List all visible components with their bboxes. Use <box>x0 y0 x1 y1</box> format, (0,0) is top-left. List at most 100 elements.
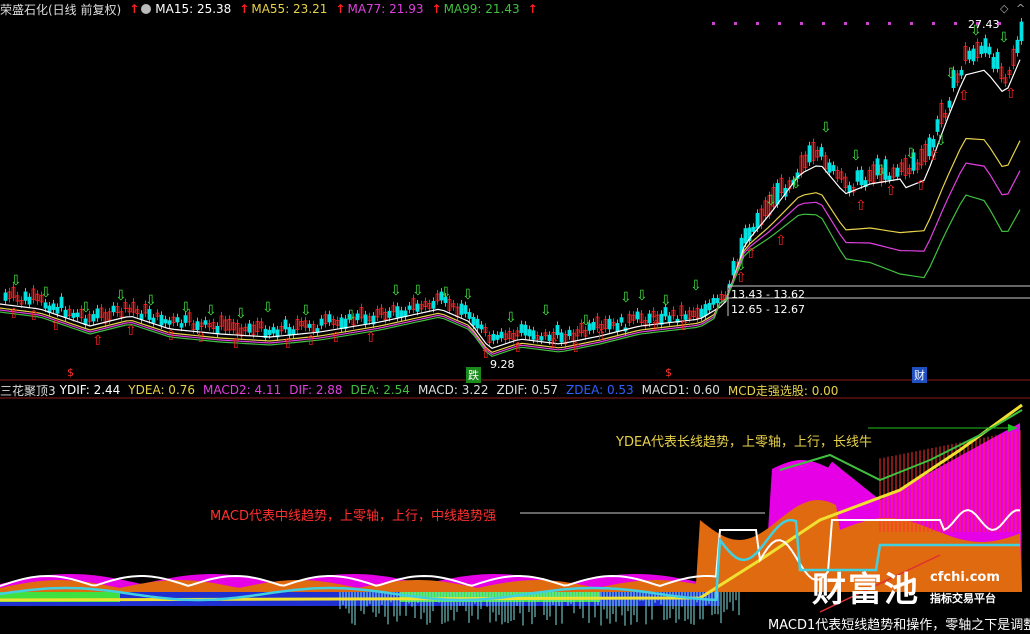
ma99-value: MA99: 21.43 <box>443 2 520 16</box>
sell-arrow-icon: ⇩ <box>998 30 1010 46</box>
watermark-slogan: 指标交易平台 <box>930 592 996 605</box>
buy-arrow-icon: ⇧ <box>230 336 242 352</box>
sell-arrow-icon: ⇩ <box>935 133 947 149</box>
candle-body <box>287 327 292 336</box>
candle-body <box>59 296 64 308</box>
candle-body <box>407 305 412 310</box>
buy-arrow-icon: ⇧ <box>125 323 137 339</box>
sell-arrow-icon: ⇩ <box>505 310 517 326</box>
candle-body <box>91 314 96 322</box>
buy-arrow-icon: ⇧ <box>928 148 940 164</box>
expand-caret-icon[interactable]: ^ <box>1016 2 1025 15</box>
candle-body <box>707 302 712 311</box>
candle-body <box>855 170 860 182</box>
candle-body <box>555 324 560 336</box>
candle-body <box>667 315 672 323</box>
candle-body <box>995 52 1000 69</box>
candle-body <box>467 312 472 319</box>
candle-body <box>991 56 996 69</box>
candle-body <box>179 323 184 328</box>
candle-body <box>363 314 368 324</box>
buy-arrow-icon: ⇧ <box>92 333 104 349</box>
candle-body <box>459 303 464 315</box>
sell-arrow-icon: ⇩ <box>145 293 157 309</box>
watermark-brand: 财富池 <box>812 570 920 610</box>
sell-arrow-icon: ⇩ <box>180 300 192 316</box>
candle-body <box>935 119 940 132</box>
candle-body <box>431 301 436 309</box>
dea-value: DEA: 2.54 <box>350 383 410 397</box>
buy-arrow-icon: ⇧ <box>570 340 582 356</box>
signal-dot <box>822 22 825 25</box>
sell-arrow-icon: ⇩ <box>540 303 552 319</box>
sell-arrow-icon: ⇩ <box>40 285 52 301</box>
candle-body <box>75 312 80 318</box>
buy-arrow-icon: ⇧ <box>915 178 927 194</box>
sell-arrow-icon: ⇩ <box>300 303 312 319</box>
candle-body <box>319 318 324 326</box>
buy-arrow-icon: ⇧ <box>678 318 690 334</box>
macd-value: MACD: 3.22 <box>417 383 489 397</box>
candle-body <box>615 323 620 333</box>
candle-body <box>959 69 964 76</box>
candle-body <box>51 303 56 310</box>
signal-dot <box>734 22 737 25</box>
indicator-name[interactable]: 三花聚顶3 <box>0 382 56 399</box>
sell-arrow-icon: ⇩ <box>205 303 217 319</box>
watermark-logo: 财富池 cfchi.com 指标交易平台 <box>812 562 1002 612</box>
buy-arrow-icon: ⇧ <box>8 306 20 322</box>
ma77-value: MA77: 21.93 <box>347 2 424 16</box>
buy-arrow-icon: ⇧ <box>282 336 294 352</box>
fall-tag: 跌 <box>466 367 481 383</box>
up-arrow-icon: ↑ <box>239 2 250 16</box>
sell-arrow-icon: ⇩ <box>462 287 474 303</box>
buy-arrow-icon: ⇧ <box>330 330 342 346</box>
candle-body <box>539 336 544 341</box>
candle-body <box>827 162 832 173</box>
buy-arrow-icon: ⇧ <box>958 88 970 104</box>
candle-body <box>415 303 420 312</box>
sell-arrow-icon: ⇩ <box>115 288 127 304</box>
sell-arrow-icon: ⇩ <box>10 273 22 289</box>
close-diamond-icon[interactable]: ◇ <box>1000 2 1008 15</box>
macd1-value: MACD1: 0.60 <box>641 383 720 397</box>
candle-body <box>395 306 400 318</box>
candle-body <box>703 304 708 316</box>
candle-body <box>167 320 172 325</box>
candle-body <box>699 308 704 318</box>
candle-body <box>527 329 532 337</box>
candle-body <box>55 306 60 314</box>
candle-body <box>183 315 188 323</box>
buy-arrow-icon: ⇧ <box>195 330 207 346</box>
up-arrow-icon: ↑ <box>527 2 538 16</box>
ydea-value: YDEA: 0.76 <box>128 383 196 397</box>
candle-body <box>743 228 748 244</box>
finance-tag: 财 <box>912 367 927 383</box>
sell-arrow-icon: ⇩ <box>390 283 402 299</box>
buy-arrow-icon: ⇧ <box>855 198 867 214</box>
candle-body <box>307 323 312 328</box>
ma15-value: MA15: 25.38 <box>155 2 232 16</box>
price-header: 荣盛石化(日线 前复权) ↑ MA15: 25.38 ↑ MA55: 23.21… <box>0 0 1030 18</box>
candle-body <box>271 327 276 334</box>
candle-body <box>495 334 500 340</box>
candle-body <box>531 330 536 340</box>
sell-arrow-icon: ⇩ <box>80 300 92 316</box>
candle-body <box>491 334 496 341</box>
signal-dot <box>712 22 715 25</box>
sell-arrow-icon: ⇩ <box>235 306 247 322</box>
ma55-value: MA55: 23.21 <box>251 2 328 16</box>
settings-dot-icon[interactable] <box>141 4 152 14</box>
stock-title[interactable]: 荣盛石化(日线 前复权) <box>0 1 121 18</box>
candle-body <box>1019 21 1024 42</box>
sell-arrow-icon: ⇩ <box>636 288 648 304</box>
candle-body <box>399 310 404 318</box>
candle-body <box>283 319 288 330</box>
sell-arrow-icon: ⇩ <box>440 285 452 301</box>
sell-arrow-icon: ⇩ <box>945 66 957 82</box>
buy-arrow-icon: ⇧ <box>885 183 897 199</box>
candle-body <box>387 310 392 318</box>
candle-body <box>711 298 716 305</box>
price-panel: ⇩⇩⇩⇩ ⇩ ⇩ ⇩ ⇩ ⇩ ⇩ ⇩⇩ ⇩ ⇩ ⇩⇩ ⇩⇩⇩ ⇩ ⇩⇩⇩⇩⇩⇩⇩⇩⇩⇩⇩⇩ ⇩⇧ ⇧⇧⇧⇧ ⇧ ⇧… <box>0 17 1030 362</box>
candle-body <box>463 305 468 314</box>
